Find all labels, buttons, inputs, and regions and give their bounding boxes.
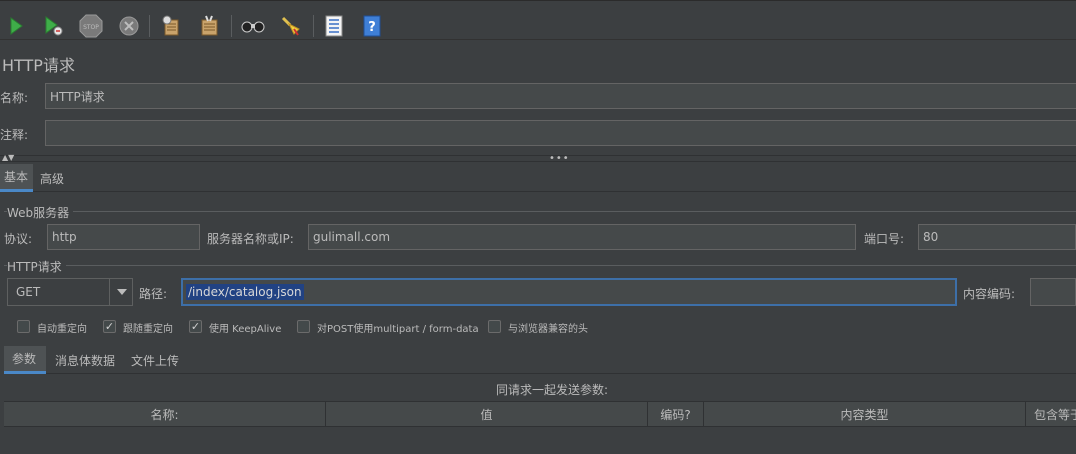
comment-field[interactable] — [45, 120, 1076, 146]
panel-title: HTTP请求 — [2, 56, 75, 75]
params-caption: 同请求一起发送参数: — [496, 383, 609, 397]
svg-text:STOP: STOP — [83, 24, 99, 31]
clear-all-icon[interactable] — [196, 13, 222, 39]
server-field[interactable]: gulimall.com — [308, 224, 856, 250]
toolbar: STOP ? — [0, 0, 1076, 40]
web-server-group-border — [4, 211, 1076, 212]
encoding-field[interactable] — [1030, 278, 1076, 306]
keepalive-label: 使用 KeepAlive — [209, 324, 282, 335]
tab-body-data[interactable]: 消息体数据 — [47, 346, 123, 374]
port-field[interactable]: 80 — [918, 224, 1076, 250]
search-icon[interactable] — [240, 13, 266, 39]
http-request-group-border — [4, 265, 1076, 266]
multipart-label: 对POST使用multipart / form-data — [317, 324, 479, 335]
chevron-down-icon[interactable] — [109, 279, 133, 305]
column-content-type[interactable]: 内容类型 — [704, 402, 1026, 426]
column-value[interactable]: 值 — [326, 402, 648, 426]
request-subtabs: 参数 消息体数据 文件上传 — [4, 346, 1076, 374]
tab-advanced[interactable]: 高级 — [36, 164, 70, 192]
auto-redirect-label: 自动重定向 — [37, 324, 87, 335]
follow-redirect-label: 跟随重定向 — [123, 324, 173, 335]
column-include-equals[interactable]: 包含等于? — [1026, 402, 1076, 426]
browser-headers-checkbox[interactable] — [488, 320, 501, 333]
shutdown-icon[interactable] — [116, 13, 142, 39]
tab-parameters[interactable]: 参数 — [4, 346, 46, 374]
web-server-group-title: Web服务器 — [7, 204, 74, 221]
splitter[interactable] — [0, 155, 1076, 162]
path-field[interactable]: /index/catalog.json — [181, 278, 957, 306]
start-icon[interactable] — [3, 13, 29, 39]
protocol-field[interactable]: http — [47, 224, 200, 250]
encoding-label: 内容编码: — [963, 287, 1016, 301]
reset-search-icon[interactable] — [278, 13, 304, 39]
follow-redirect-checkbox[interactable]: ✓ — [103, 320, 116, 333]
stop-icon[interactable]: STOP — [78, 13, 104, 39]
path-value: /index/catalog.json — [186, 284, 304, 300]
multipart-checkbox[interactable] — [297, 320, 310, 333]
clear-icon[interactable] — [158, 13, 184, 39]
method-value: GET — [16, 285, 41, 299]
method-select[interactable]: GET — [7, 278, 133, 306]
port-label: 端口号: — [864, 232, 905, 246]
main-tabs: 基本 高级 — [0, 164, 1076, 192]
tab-file-upload[interactable]: 文件上传 — [123, 346, 187, 374]
start-no-pauses-icon[interactable] — [40, 13, 66, 39]
http-request-group-title: HTTP请求 — [7, 258, 66, 275]
name-label: 名称: — [0, 91, 29, 105]
tab-basic[interactable]: 基本 — [0, 164, 33, 192]
name-field[interactable]: HTTP请求 — [45, 83, 1076, 109]
server-label: 服务器名称或IP: — [207, 232, 294, 246]
splitter-handle[interactable]: ••• — [549, 153, 570, 164]
auto-redirect-checkbox[interactable] — [17, 320, 30, 333]
keepalive-checkbox[interactable]: ✓ — [189, 320, 202, 333]
collapse-arrows-icon[interactable]: ▲▼ — [2, 153, 14, 162]
params-table-header: 名称: 值 编码? 内容类型 包含等于? — [4, 401, 1076, 427]
column-encode[interactable]: 编码? — [648, 402, 704, 426]
browser-headers-label: 与浏览器兼容的头 — [508, 324, 588, 335]
help-icon[interactable]: ? — [359, 13, 385, 39]
comment-label: 注释: — [0, 128, 29, 142]
path-label: 路径: — [139, 287, 168, 301]
column-name[interactable]: 名称: — [4, 402, 326, 426]
protocol-label: 协议: — [4, 232, 33, 246]
function-helper-icon[interactable] — [321, 13, 347, 39]
svg-text:?: ? — [368, 20, 376, 35]
